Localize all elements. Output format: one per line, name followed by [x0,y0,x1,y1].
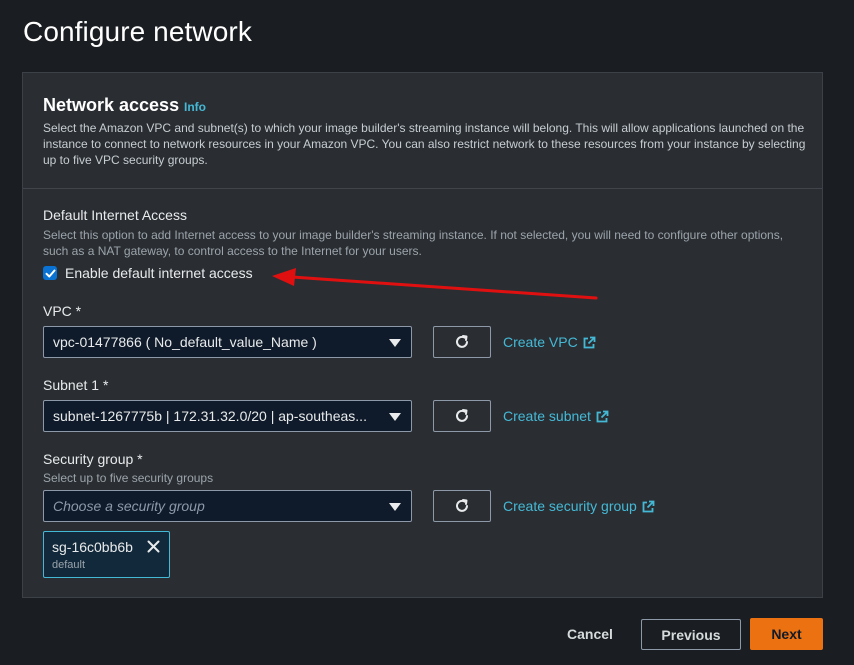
next-button[interactable]: Next [750,618,823,650]
vpc-label: VPC * [43,303,82,319]
external-link-icon [642,500,655,512]
vpc-select[interactable]: vpc-01477866 ( No_default_value_Name ) [43,326,412,358]
network-access-panel: Network access Info Select the Amazon VP… [22,72,823,598]
create-subnet-link[interactable]: Create subnet [503,408,609,424]
security-group-placeholder: Choose a security group [53,498,205,514]
security-group-select[interactable]: Choose a security group [43,490,412,522]
close-icon [147,540,160,553]
caret-down-icon [389,339,401,347]
token-name: sg-16c0bb6b [52,539,133,555]
token-remove-button[interactable] [147,540,160,558]
security-group-token: sg-16c0bb6b default [43,531,170,578]
create-security-group-link[interactable]: Create security group [503,498,655,514]
cancel-button[interactable]: Cancel [556,619,624,649]
enable-internet-checkbox[interactable] [43,266,57,280]
subnet-label: Subnet 1 * [43,377,109,393]
refresh-icon [456,499,468,512]
token-description: default [52,559,86,571]
external-link-icon [596,410,609,422]
subnet-select-value: subnet-1267775b | 172.31.32.0/20 | ap-so… [53,408,367,424]
subnet-select[interactable]: subnet-1267775b | 172.31.32.0/20 | ap-so… [43,400,412,432]
vpc-select-value: vpc-01477866 ( No_default_value_Name ) [53,334,317,350]
previous-button[interactable]: Previous [641,619,741,650]
security-group-refresh-button[interactable] [433,490,491,522]
security-group-hint: Select up to five security groups [43,471,214,485]
create-subnet-label: Create subnet [503,408,591,424]
info-link[interactable]: Info [184,100,206,114]
refresh-icon [456,409,468,422]
page-title: Configure network [23,16,252,47]
create-vpc-label: Create VPC [503,334,578,350]
create-vpc-link[interactable]: Create VPC [503,334,596,350]
caret-down-icon [389,503,401,511]
security-group-label: Security group * [43,451,143,467]
caret-down-icon [389,413,401,421]
check-icon [45,269,55,277]
enable-internet-label[interactable]: Enable default internet access [65,265,253,281]
external-link-icon [583,336,596,348]
subnet-refresh-button[interactable] [433,400,491,432]
create-security-group-label: Create security group [503,498,637,514]
panel-header: Network access Info Select the Amazon VP… [23,73,822,189]
internet-access-label: Default Internet Access [43,207,187,223]
section-title: Network access [43,95,180,115]
section-description: Select the Amazon VPC and subnet(s) to w… [43,121,806,167]
internet-access-hint: Select this option to add Internet acces… [43,228,784,258]
refresh-icon [456,335,468,348]
vpc-refresh-button[interactable] [433,326,491,358]
